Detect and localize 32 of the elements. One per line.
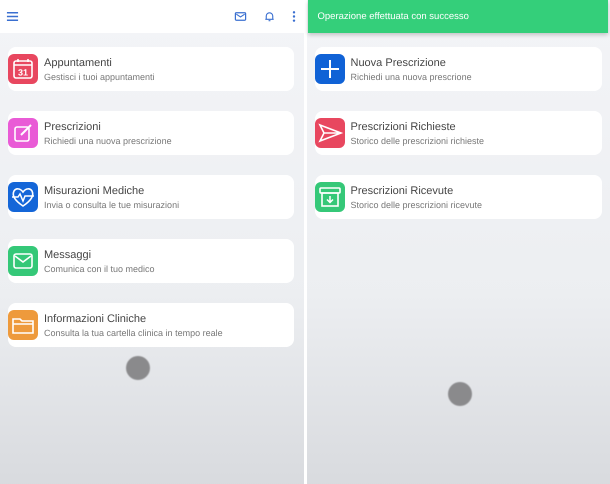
card-subtitle: Richiedi una nuova prescrizione	[44, 136, 172, 146]
more-icon[interactable]	[292, 10, 296, 23]
touch-indicator	[126, 356, 150, 380]
card-subtitle: Storico delle prescrizioni richieste	[350, 136, 484, 146]
card-title: Nuova Prescrizione	[350, 56, 447, 68]
card-subtitle: Storico delle prescrizioni ricevute	[350, 200, 482, 210]
success-toast: Operazione effettuata con successo	[308, 0, 608, 33]
card-title: Appuntamenti	[44, 56, 113, 68]
card-subtitle: Gestisci i tuoi appuntamenti	[44, 72, 155, 82]
menu-card[interactable]: Prescrizioni Ricevute Storico delle prescrizioni ricevute	[314, 175, 602, 219]
card-title: Prescrizioni Richieste	[350, 120, 457, 132]
menu-card[interactable]: Misurazioni Mediche Invia o consulta le tue misurazioni	[8, 175, 294, 219]
menu-card[interactable]: Informazioni Cliniche Consulta la tua cartella clinica in tempo reale	[8, 303, 294, 347]
card-title: Prescrizioni	[44, 120, 102, 132]
card-title: Messaggi	[44, 248, 92, 260]
card-subtitle: Invia o consulta le tue misurazioni	[44, 200, 180, 210]
menu-card[interactable]: 31 Appuntamenti Gestisci i tuoi appuntamenti	[8, 47, 294, 91]
menu-icon[interactable]	[6, 10, 19, 23]
menu-card[interactable]: Prescrizioni Richieste Storico delle prescrizioni richieste	[314, 111, 602, 155]
menu-card[interactable]: Messaggi Comunica con il tuo medico	[8, 239, 294, 283]
card-subtitle: Consulta la tua cartella clinica in tempo reale	[44, 328, 223, 338]
menu-card[interactable]: Nuova Prescrizione Richiedi una nuova prescrione	[314, 47, 602, 91]
card-subtitle: Comunica con il tuo medico	[44, 264, 155, 274]
card-title: Prescrizioni Ricevute	[350, 184, 454, 196]
touch-indicator	[448, 382, 472, 406]
bell-icon[interactable]	[262, 10, 276, 23]
menu-card[interactable]: Prescrizioni Richiedi una nuova prescrizione	[8, 111, 294, 155]
card-subtitle: Richiedi una nuova prescrione	[350, 72, 472, 82]
card-title: Misurazioni Mediche	[44, 184, 146, 196]
calendar-icon: 31	[8, 54, 38, 84]
card-title: Informazioni Cliniche	[44, 312, 148, 324]
mail-icon[interactable]	[234, 10, 246, 23]
